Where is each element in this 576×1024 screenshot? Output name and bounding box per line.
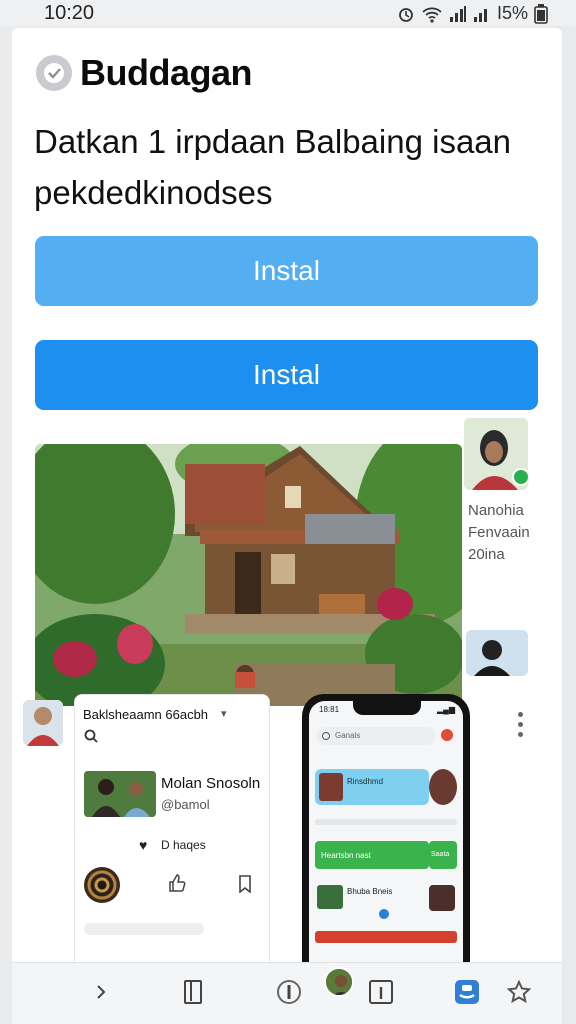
phone-row3-text: Bhuba Bneis	[347, 887, 393, 896]
side-card-line-2: Fenvaain	[468, 524, 530, 541]
bottom-nav	[12, 962, 562, 1024]
post-tag: D haqes	[161, 838, 206, 852]
nav-star-icon[interactable]	[504, 975, 534, 1009]
install-button-secondary[interactable]: Instal	[35, 340, 538, 410]
phone-search-bar: Ganals	[317, 727, 435, 745]
post-user-name: Molan Snosoln	[161, 775, 261, 792]
headline-line-1: Datkan 1 irpdaan Balbaing isaan	[34, 123, 512, 160]
brand-logo	[36, 55, 72, 91]
chevron-down-icon[interactable]: ▾	[221, 707, 227, 720]
star-icon	[507, 980, 531, 1004]
feed-card[interactable]: Baklsheaamn 66acbh ▾ Molan Snosoln @bamo…	[74, 694, 270, 970]
search-icon[interactable]	[84, 729, 98, 743]
phone-status-icons: ▂▄▆	[437, 705, 455, 714]
phone-screen: 18:81 ▂▄▆ Ganals Rinsdhmd Heartsbn nast …	[309, 701, 463, 987]
user-avatar[interactable]	[23, 700, 63, 746]
phone-row-image	[319, 773, 343, 801]
post-thumbnail[interactable]	[84, 771, 156, 817]
phone-search-icon	[322, 732, 330, 740]
thumbs-up-icon[interactable]	[167, 873, 187, 893]
phone-notch	[353, 701, 421, 715]
coin-avatar[interactable]	[84, 867, 120, 903]
nav-compass-icon[interactable]	[274, 975, 304, 1009]
book-icon	[184, 980, 202, 1004]
signal-icon	[449, 5, 466, 22]
side-card-text: Nanohia Fenvaain 20ina	[468, 500, 546, 566]
nav-profile-avatar[interactable]	[324, 967, 354, 997]
side-card-line-1: Nanohia	[468, 502, 524, 519]
app-title: Buddagan	[80, 52, 253, 93]
feed-card-placeholder	[84, 923, 204, 935]
more-options-icon[interactable]	[518, 712, 523, 737]
online-badge-icon	[512, 468, 530, 486]
side-thumb-tile[interactable]	[466, 630, 528, 676]
profile-icon	[326, 969, 352, 995]
battery-percent: I5%	[496, 3, 528, 23]
phone-dot-icon	[379, 909, 389, 919]
phone-notification-icon	[441, 729, 453, 741]
chevron-right-icon	[97, 985, 106, 999]
phone-mockup: 18:81 ▂▄▆ Ganals Rinsdhmd Heartsbn nast …	[302, 694, 470, 994]
nav-bookmark-icon[interactable]	[178, 975, 208, 1009]
info-icon	[369, 980, 393, 1004]
nav-chevron-right-icon[interactable]	[86, 975, 116, 1009]
phone-time: 18:81	[319, 705, 340, 714]
post-user-handle: @bamol	[161, 797, 210, 812]
phone-row3-image	[317, 885, 343, 909]
phone-green-text: Heartsbn nast	[321, 851, 371, 860]
brand-header: Buddagan	[36, 52, 253, 94]
heart-icon[interactable]: ♥	[139, 837, 147, 853]
status-bar: 10:20 I5%	[0, 0, 576, 26]
check-badge-icon	[44, 63, 64, 83]
headline-line-2: pekdedkinodses	[34, 174, 273, 211]
feed-card-title: Baklsheaamn 66acbh	[83, 707, 209, 722]
hero-image[interactable]	[35, 444, 462, 706]
phone-divider	[315, 819, 457, 825]
house-photo	[35, 444, 462, 706]
status-icons: I5%	[397, 3, 548, 24]
compass-icon	[277, 980, 301, 1004]
wifi-icon	[422, 7, 442, 23]
bookmark-icon[interactable]	[237, 875, 253, 893]
avatar-photo	[23, 700, 63, 746]
chat-icon	[455, 980, 479, 1004]
headline: Datkan 1 irpdaan Balbaing isaan pekdedki…	[34, 116, 534, 218]
person-photo-2	[466, 630, 528, 676]
nav-chat-icon[interactable]	[452, 975, 482, 1009]
status-time: 10:20	[44, 2, 95, 24]
people-photo	[84, 771, 156, 817]
battery-icon	[534, 3, 548, 24]
phone-row3-avatar	[429, 885, 455, 911]
phone-row-text: Rinsdhmd	[347, 777, 384, 786]
signal-2-icon	[473, 8, 487, 22]
install-button-primary[interactable]: Instal	[35, 236, 538, 306]
phone-green-side: Saata	[429, 841, 457, 869]
phone-red-bar	[315, 931, 457, 943]
side-card-line-3: 20ina	[468, 546, 505, 563]
alarm-icon	[399, 7, 413, 22]
phone-row-avatar	[429, 769, 457, 805]
nav-info-icon[interactable]	[366, 975, 396, 1009]
